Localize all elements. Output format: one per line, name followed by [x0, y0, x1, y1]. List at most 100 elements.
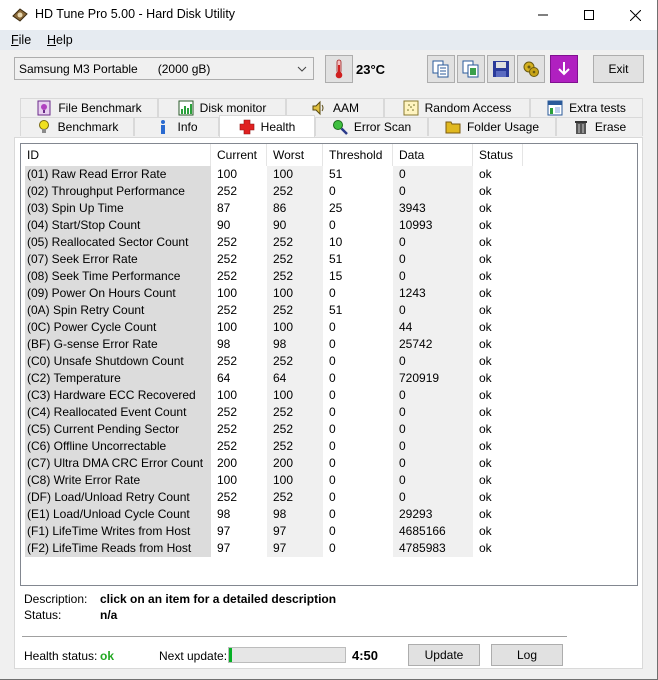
menu-file-accel: F [11, 33, 19, 47]
next-update-progress [228, 647, 346, 663]
cell-current: 252 [217, 490, 238, 504]
copy-info-button[interactable] [427, 55, 455, 83]
cell-status: ok [479, 286, 492, 300]
cell-threshold: 51 [329, 252, 343, 266]
drive-select-value: Samsung M3 Portable (2000 gB) [19, 61, 211, 76]
table-row[interactable]: (C3) Hardware ECC Recovered 100 100 0 0 ok [21, 387, 637, 404]
column-header-worst[interactable]: Worst [267, 144, 323, 166]
hdd-app-icon [12, 7, 28, 23]
table-row[interactable]: (0C) Power Cycle Count 100 100 0 44 ok [21, 319, 637, 336]
cell-id: (C5) Current Pending Sector [25, 421, 211, 438]
options-button[interactable] [517, 55, 545, 83]
table-row[interactable]: (C0) Unsafe Shutdown Count 252 252 0 0 ok [21, 353, 637, 370]
update-button[interactable]: Update [408, 644, 480, 666]
column-header-id[interactable]: ID [21, 144, 211, 166]
table-row[interactable]: (09) Power On Hours Count 100 100 0 1243 ok [21, 285, 637, 302]
table-row[interactable]: (03) Spin Up Time 87 86 25 3943 ok [21, 200, 637, 217]
close-button[interactable] [612, 0, 658, 30]
maximize-button[interactable] [566, 0, 612, 30]
cell-threshold: 0 [329, 218, 336, 232]
cell-id: (F1) LifeTime Writes from Host [25, 523, 211, 540]
cell-threshold: 0 [329, 524, 336, 538]
cell-status: ok [479, 524, 492, 538]
cell-data: 29293 [393, 506, 473, 523]
cell-status: ok [479, 439, 492, 453]
tab-label: File Benchmark [58, 101, 142, 115]
cell-data: 44 [393, 319, 473, 336]
table-row[interactable]: (C8) Write Error Rate 100 100 0 0 ok [21, 472, 637, 489]
progress-fill [229, 648, 233, 662]
table-row[interactable]: (0A) Spin Retry Count 252 252 51 0 ok [21, 302, 637, 319]
exit-button[interactable]: Exit [593, 55, 644, 83]
table-row[interactable]: (C5) Current Pending Sector 252 252 0 0 ok [21, 421, 637, 438]
cell-status: ok [479, 371, 492, 385]
table-row[interactable]: (F2) LifeTime Reads from Host 97 97 0 478598… [21, 540, 637, 557]
table-row[interactable]: (C7) Ultra DMA CRC Error Count 200 200 0 0 ok [21, 455, 637, 472]
menu-file-label: ile [18, 33, 32, 47]
table-row[interactable]: (C4) Reallocated Event Count 252 252 0 0 ok [21, 404, 637, 421]
menu-help[interactable]: Help [47, 33, 73, 47]
cell-id: (0A) Spin Retry Count [25, 302, 211, 319]
cell-threshold: 0 [329, 354, 336, 368]
cell-worst: 90 [267, 217, 323, 234]
drive-select[interactable]: Samsung M3 Portable (2000 gB) [14, 57, 314, 80]
download-button[interactable] [550, 55, 578, 83]
smart-table[interactable]: ID Current Worst Threshold Data Status (… [20, 143, 638, 586]
tab-health[interactable]: Health [219, 115, 315, 137]
tab-error-scan[interactable]: Error Scan [315, 117, 428, 136]
cell-status: ok [479, 541, 492, 555]
tab-benchmark[interactable]: Benchmark [20, 117, 134, 136]
log-button[interactable]: Log [491, 644, 563, 666]
table-row[interactable]: (BF) G-sense Error Rate 98 98 0 25742 ok [21, 336, 637, 353]
close-icon [629, 9, 641, 21]
cell-threshold: 0 [329, 473, 336, 487]
tab-erase[interactable]: Erase [556, 117, 643, 136]
table-row[interactable]: (05) Reallocated Sector Count 252 252 10 0 ok [21, 234, 637, 251]
table-row[interactable]: (08) Seek Time Performance 252 252 15 0 ok [21, 268, 637, 285]
menu-help-label: elp [56, 33, 73, 47]
tab-file-benchmark[interactable]: File Benchmark [20, 98, 158, 117]
table-body: (01) Raw Read Error Rate 100 100 51 0 ok (02) … [21, 166, 637, 557]
cell-worst: 98 [267, 336, 323, 353]
table-row[interactable]: (C6) Offline Uncorrectable 252 252 0 0 ok [21, 438, 637, 455]
column-header-threshold[interactable]: Threshold [323, 144, 393, 166]
cell-data: 10993 [393, 217, 473, 234]
table-row[interactable]: (07) Seek Error Rate 252 252 51 0 ok [21, 251, 637, 268]
column-header-status[interactable]: Status [473, 144, 523, 166]
next-update-label: Next update: [159, 649, 228, 663]
table-row[interactable]: (01) Raw Read Error Rate 100 100 51 0 ok [21, 166, 637, 183]
table-row[interactable]: (DF) Load/Unload Retry Count 252 252 0 0 ok [21, 489, 637, 506]
cell-id: (E1) Load/Unload Cycle Count [25, 506, 211, 523]
cell-id: (C8) Write Error Rate [25, 472, 211, 489]
save-button[interactable] [487, 55, 515, 83]
cell-worst: 98 [267, 506, 323, 523]
cell-current: 252 [217, 354, 238, 368]
cell-status: ok [479, 167, 492, 181]
temperature-button[interactable] [325, 55, 353, 83]
menu-bar: File Help [0, 30, 657, 50]
tab-extra-tests[interactable]: Extra tests [530, 98, 643, 117]
cell-threshold: 0 [329, 388, 336, 402]
table-row[interactable]: (E1) Load/Unload Cycle Count 98 98 0 29293 ok [21, 506, 637, 523]
minimize-button[interactable] [520, 0, 566, 30]
cell-worst: 100 [267, 472, 323, 489]
copy-info-icon [432, 60, 449, 78]
tab-random-access[interactable]: Random Access [384, 98, 530, 117]
tab-folder-usage[interactable]: Folder Usage [428, 117, 556, 136]
column-header-data[interactable]: Data [393, 144, 473, 166]
cell-id: (C7) Ultra DMA CRC Error Count [25, 455, 211, 472]
chevron-down-icon [297, 63, 307, 77]
table-row[interactable]: (F1) LifeTime Writes from Host 97 97 0 46851… [21, 523, 637, 540]
table-row[interactable]: (02) Throughput Performance 252 252 0 0 ok [21, 183, 637, 200]
cell-threshold: 0 [329, 456, 336, 470]
copy-screenshot-button[interactable] [457, 55, 485, 83]
table-row[interactable]: (C2) Temperature 64 64 0 720919 ok [21, 370, 637, 387]
tab-label: Error Scan [353, 120, 412, 134]
cell-threshold: 15 [329, 269, 343, 283]
column-header-current[interactable]: Current [211, 144, 267, 166]
table-row[interactable]: (04) Start/Stop Count 90 90 0 10993 ok [21, 217, 637, 234]
menu-file[interactable]: File [11, 33, 31, 47]
tab-info[interactable]: Info [134, 117, 219, 136]
cell-worst: 97 [267, 523, 323, 540]
cell-status: ok [479, 320, 492, 334]
